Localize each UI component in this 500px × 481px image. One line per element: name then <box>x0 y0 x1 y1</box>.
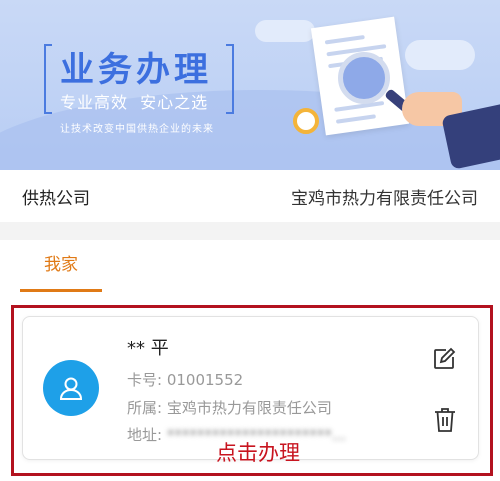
banner-title: 业务办理 <box>60 50 212 90</box>
tab-active-indicator <box>20 289 102 292</box>
cloud-decoration <box>255 20 315 42</box>
tab-my-home[interactable]: 我家 <box>20 240 102 294</box>
banner-subtitle: 专业高效 安心之选 <box>60 93 209 112</box>
banner-tagline: 让技术改变中国供热企业的未来 <box>60 124 214 135</box>
banner: 业务办理 专业高效 安心之选 让技术改变中国供热企业的未来 <box>0 0 500 170</box>
company-value: 宝鸡市热力有限责任公司 <box>291 188 478 209</box>
tab-bar: 我家 <box>0 240 500 294</box>
magnifier-icon <box>338 52 390 104</box>
clock-icon <box>293 108 319 134</box>
action-hint[interactable]: 点击办理 <box>216 437 300 467</box>
cloud-decoration <box>405 40 475 70</box>
company-row[interactable]: 供热公司 宝鸡市热力有限责任公司 <box>0 170 500 222</box>
company-label: 供热公司 <box>22 188 90 209</box>
